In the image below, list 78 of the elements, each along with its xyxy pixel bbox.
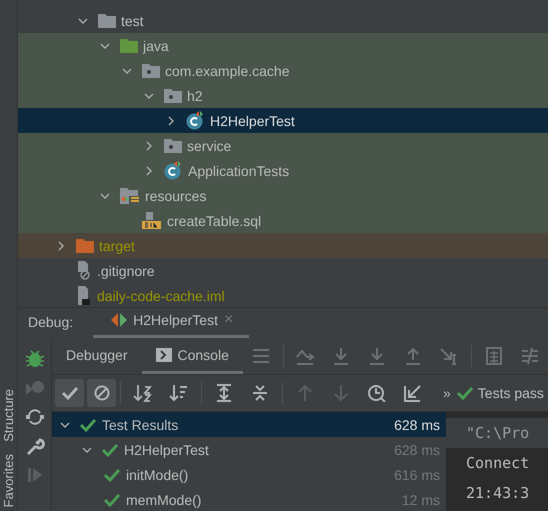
test-name[interactable]: initMode() — [126, 466, 394, 482]
show-passed-button[interactable] — [55, 379, 84, 407]
test-name[interactable]: H2HelperTest — [124, 442, 394, 458]
check-icon — [104, 492, 120, 506]
test-duration: 616 ms — [394, 466, 440, 482]
list-icon[interactable] — [250, 347, 271, 365]
check-icon — [62, 386, 78, 400]
chevron-right-icon[interactable] — [166, 116, 176, 126]
tool-window-tab[interactable]: Structure — [1, 388, 16, 442]
bug-icon — [24, 350, 44, 368]
check-icon — [102, 442, 118, 456]
folder-icon — [120, 38, 138, 53]
tool-window-tab[interactable]: Favorites — [1, 454, 16, 507]
package-folder-icon — [142, 63, 160, 78]
chevron-down-icon[interactable] — [144, 90, 154, 100]
expand-all-icon[interactable] — [214, 384, 234, 402]
tree-item[interactable]: test — [121, 12, 144, 28]
folder-icon — [76, 238, 94, 253]
panel-tab[interactable]: Debugger — [52, 338, 142, 374]
tree-item[interactable]: resources — [145, 188, 206, 204]
test-duration: 12 ms — [402, 492, 440, 508]
tree-item[interactable]: createTable.sql — [167, 212, 262, 228]
panel-tab[interactable]: Console — [142, 338, 243, 374]
tree-item[interactable]: service — [187, 138, 232, 154]
run-debug-icon — [111, 313, 128, 327]
chevron-right-icon[interactable] — [144, 166, 154, 176]
check-icon — [80, 418, 96, 432]
chevron-right-icon[interactable] — [144, 140, 154, 150]
chevron-down-icon[interactable] — [100, 190, 110, 200]
tree-item[interactable]: daily-code-cache.iml — [97, 288, 225, 304]
chevron-right-icon[interactable] — [56, 240, 66, 250]
collapse-all-icon[interactable] — [250, 384, 270, 402]
folder-icon — [98, 13, 116, 28]
package-folder-icon — [164, 138, 182, 153]
calculator-icon[interactable] — [484, 347, 504, 365]
ban-icon — [94, 385, 110, 401]
session-title: H2HelperTest — [133, 312, 218, 328]
import-icon[interactable] — [403, 384, 423, 402]
class-icon — [186, 111, 205, 130]
package-folder-icon — [164, 88, 182, 103]
test-name[interactable]: Test Results — [102, 416, 394, 432]
debug-label: Debug: — [28, 314, 74, 332]
class-icon — [164, 161, 183, 180]
more-icon[interactable]: » — [443, 385, 451, 401]
tree-item[interactable]: java — [143, 38, 169, 54]
wrench-icon[interactable] — [24, 437, 44, 455]
sql-file-icon — [142, 212, 162, 230]
chevron-down-icon[interactable] — [82, 444, 92, 454]
refresh-icon[interactable] — [24, 408, 44, 426]
ignored-file-icon — [76, 261, 92, 280]
test-name[interactable]: memMode() — [126, 492, 402, 508]
trace-icon[interactable] — [520, 347, 540, 365]
check-icon — [104, 468, 120, 482]
sort-alphabetically-icon[interactable] — [133, 384, 153, 402]
tree-item[interactable]: ApplicationTests — [188, 162, 290, 178]
tree-item[interactable]: h2 — [187, 88, 203, 104]
console-icon — [156, 348, 172, 362]
history-icon[interactable] — [367, 384, 387, 402]
chevron-down-icon[interactable] — [122, 66, 132, 76]
module-file-icon — [76, 286, 92, 305]
chevron-down-icon[interactable] — [100, 40, 110, 50]
test-duration: 628 ms — [394, 416, 440, 432]
tree-item[interactable]: H2HelperTest — [210, 112, 295, 128]
sort-by-duration-icon[interactable] — [169, 384, 189, 402]
console-line: Connect — [465, 453, 530, 474]
chevron-down-icon[interactable] — [60, 420, 70, 430]
tree-item[interactable]: target — [99, 238, 135, 254]
console-line: 21:43:3 — [465, 483, 530, 504]
tree-item[interactable]: com.example.cache — [165, 62, 290, 78]
tree-item[interactable]: .gitignore — [97, 262, 155, 278]
check-icon — [456, 386, 473, 400]
step-over-icon[interactable] — [295, 347, 316, 365]
session-tab[interactable]: H2HelperTest × — [93, 311, 250, 338]
resource-folder-icon — [120, 187, 140, 204]
show-ignored-button[interactable] — [87, 379, 116, 407]
status-text: Tests pass — [478, 385, 544, 401]
test-duration: 628 ms — [394, 442, 440, 458]
chevron-down-icon[interactable] — [78, 16, 88, 26]
